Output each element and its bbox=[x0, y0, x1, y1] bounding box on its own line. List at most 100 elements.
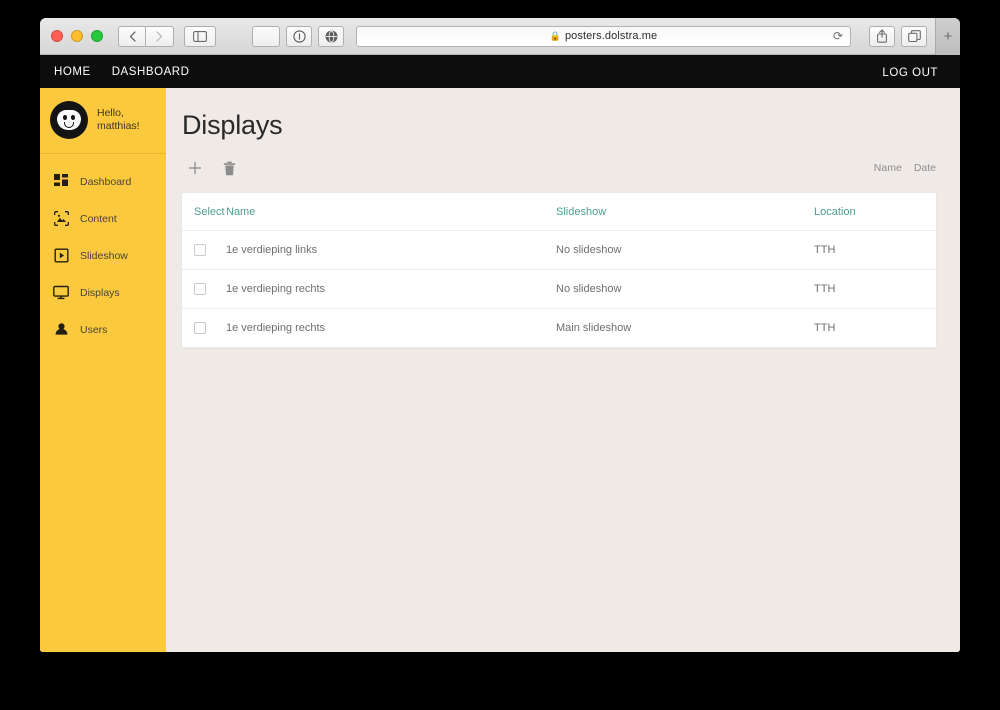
sidebar-item-label: Slideshow bbox=[80, 249, 128, 262]
info-circle-icon bbox=[292, 29, 306, 43]
row-checkbox[interactable] bbox=[194, 244, 206, 256]
sidebar-item-label: Dashboard bbox=[80, 175, 132, 188]
show-tabs-icon bbox=[907, 29, 921, 42]
table-body: 1e verdieping links No slideshow TTH 1e … bbox=[182, 230, 936, 348]
reload-button[interactable]: ⟳ bbox=[833, 30, 843, 42]
minimize-window-button[interactable] bbox=[71, 30, 83, 42]
browser-window: 🔒 posters.dolstra.me ⟳ + HOME DASHBOARD … bbox=[40, 18, 960, 652]
row-slideshow: No slideshow bbox=[556, 230, 814, 270]
column-header-slideshow[interactable]: Slideshow bbox=[556, 193, 814, 231]
maximize-window-button[interactable] bbox=[91, 30, 103, 42]
row-select-cell bbox=[182, 230, 226, 270]
table-header-row: Select Name Slideshow Location bbox=[182, 193, 936, 231]
address-bar[interactable]: 🔒 posters.dolstra.me ⟳ bbox=[356, 25, 851, 47]
row-name: 1e verdieping links bbox=[226, 230, 556, 270]
table-row[interactable]: 1e verdieping rechts Main slideshow TTH bbox=[182, 308, 936, 348]
forward-arrow-icon bbox=[156, 30, 163, 42]
column-header-name[interactable]: Name bbox=[226, 193, 556, 231]
page-body: Hello, matthias! Dashboard Content Slide… bbox=[40, 88, 960, 652]
display-monitor-icon bbox=[53, 285, 69, 301]
sidebar-item-dashboard[interactable]: Dashboard bbox=[40, 163, 166, 200]
show-tabs-button[interactable] bbox=[901, 25, 927, 47]
greeting-line-1: Hello, bbox=[97, 107, 124, 119]
extension-button[interactable] bbox=[318, 25, 344, 47]
sidebar-item-users[interactable]: Users bbox=[40, 311, 166, 348]
row-slideshow: Main slideshow bbox=[556, 308, 814, 348]
row-name: 1e verdieping rechts bbox=[226, 269, 556, 309]
logout-link[interactable]: LOG OUT bbox=[882, 67, 938, 79]
row-select-cell bbox=[182, 269, 226, 309]
avatar-face-shape bbox=[57, 110, 81, 130]
window-controls bbox=[51, 30, 103, 42]
top-nav-right: LOG OUT bbox=[882, 63, 938, 81]
toolbar-right-tools: + bbox=[863, 18, 960, 55]
globe-icon bbox=[325, 30, 337, 42]
greeting-line-2: matthias! bbox=[97, 120, 140, 132]
user-avatar-icon bbox=[50, 101, 88, 139]
sort-by-date-link[interactable]: Date bbox=[914, 162, 936, 174]
sidebar-item-label: Content bbox=[80, 212, 117, 225]
back-arrow-icon bbox=[129, 30, 136, 42]
sidebar: Hello, matthias! Dashboard Content Slide… bbox=[40, 88, 166, 652]
row-location: TTH bbox=[814, 230, 936, 270]
table-row[interactable]: 1e verdieping rechts No slideshow TTH bbox=[182, 269, 936, 309]
reader-button[interactable] bbox=[286, 25, 312, 47]
displays-table-card: Select Name Slideshow Location 1e verdie… bbox=[182, 192, 936, 348]
table-head: Select Name Slideshow Location bbox=[182, 193, 936, 231]
avatar-eye-right bbox=[71, 115, 75, 120]
forward-button[interactable] bbox=[146, 25, 174, 47]
table-row[interactable]: 1e verdieping links No slideshow TTH bbox=[182, 230, 936, 270]
action-toolbar: Name Date bbox=[182, 153, 936, 183]
sort-controls: Name Date bbox=[874, 162, 936, 174]
users-person-icon bbox=[53, 322, 69, 338]
row-checkbox[interactable] bbox=[194, 283, 206, 295]
sidebar-item-slideshow[interactable]: Slideshow bbox=[40, 237, 166, 274]
url-text: posters.dolstra.me bbox=[564, 30, 658, 42]
column-header-select[interactable]: Select bbox=[182, 193, 226, 231]
sort-by-name-link[interactable]: Name bbox=[874, 162, 902, 174]
sidebar-item-displays[interactable]: Displays bbox=[40, 274, 166, 311]
row-slideshow: No slideshow bbox=[556, 269, 814, 309]
close-window-button[interactable] bbox=[51, 30, 63, 42]
new-tab-button[interactable]: + bbox=[935, 18, 960, 55]
nav-link-dashboard[interactable]: DASHBOARD bbox=[112, 66, 190, 78]
navigation-buttons bbox=[118, 25, 174, 47]
avatar-mouth bbox=[64, 122, 74, 128]
row-checkbox[interactable] bbox=[194, 322, 206, 334]
sidebar-item-label: Displays bbox=[80, 286, 120, 299]
browser-toolbar: 🔒 posters.dolstra.me ⟳ + bbox=[40, 18, 960, 55]
delete-display-button[interactable] bbox=[216, 155, 242, 181]
content-image-icon bbox=[53, 211, 69, 227]
column-header-location[interactable]: Location bbox=[814, 193, 936, 231]
back-button[interactable] bbox=[118, 25, 146, 47]
plus-icon bbox=[189, 162, 201, 174]
row-name: 1e verdieping rechts bbox=[226, 308, 556, 348]
slideshow-play-icon bbox=[53, 248, 69, 264]
trash-icon bbox=[223, 161, 235, 175]
avatar-eye-left bbox=[62, 115, 67, 120]
row-select-cell bbox=[182, 308, 226, 348]
row-location: TTH bbox=[814, 308, 936, 348]
web-page: HOME DASHBOARD LOG OUT Hello, matthias! … bbox=[40, 55, 960, 652]
sidebar-menu: Dashboard Content Slideshow Displays Use… bbox=[40, 154, 166, 348]
nav-link-home[interactable]: HOME bbox=[54, 66, 91, 78]
row-location: TTH bbox=[814, 269, 936, 309]
user-panel[interactable]: Hello, matthias! bbox=[40, 88, 166, 154]
top-nav-links: HOME DASHBOARD bbox=[54, 66, 190, 78]
sidebar-item-label: Users bbox=[80, 323, 108, 336]
dashboard-grid-icon bbox=[53, 174, 69, 190]
greeting-text: Hello, matthias! bbox=[97, 107, 140, 133]
lock-icon: 🔒 bbox=[549, 30, 561, 41]
new-tab-label: + bbox=[943, 27, 953, 45]
page-title: Displays bbox=[182, 110, 283, 140]
sidebar-toggle-icon bbox=[193, 30, 207, 42]
displays-table: Select Name Slideshow Location 1e verdie… bbox=[182, 193, 936, 348]
sidebar-item-content[interactable]: Content bbox=[40, 200, 166, 237]
main-content: Displays Name Date Select Name Slideshow… bbox=[166, 88, 960, 652]
add-display-button[interactable] bbox=[182, 155, 208, 181]
share-icon bbox=[877, 29, 887, 43]
share-button[interactable] bbox=[869, 25, 895, 47]
sidebar-toggle-button[interactable] bbox=[184, 25, 216, 47]
toolbar-blank-button[interactable] bbox=[252, 25, 280, 47]
site-top-nav: HOME DASHBOARD LOG OUT bbox=[40, 55, 960, 88]
